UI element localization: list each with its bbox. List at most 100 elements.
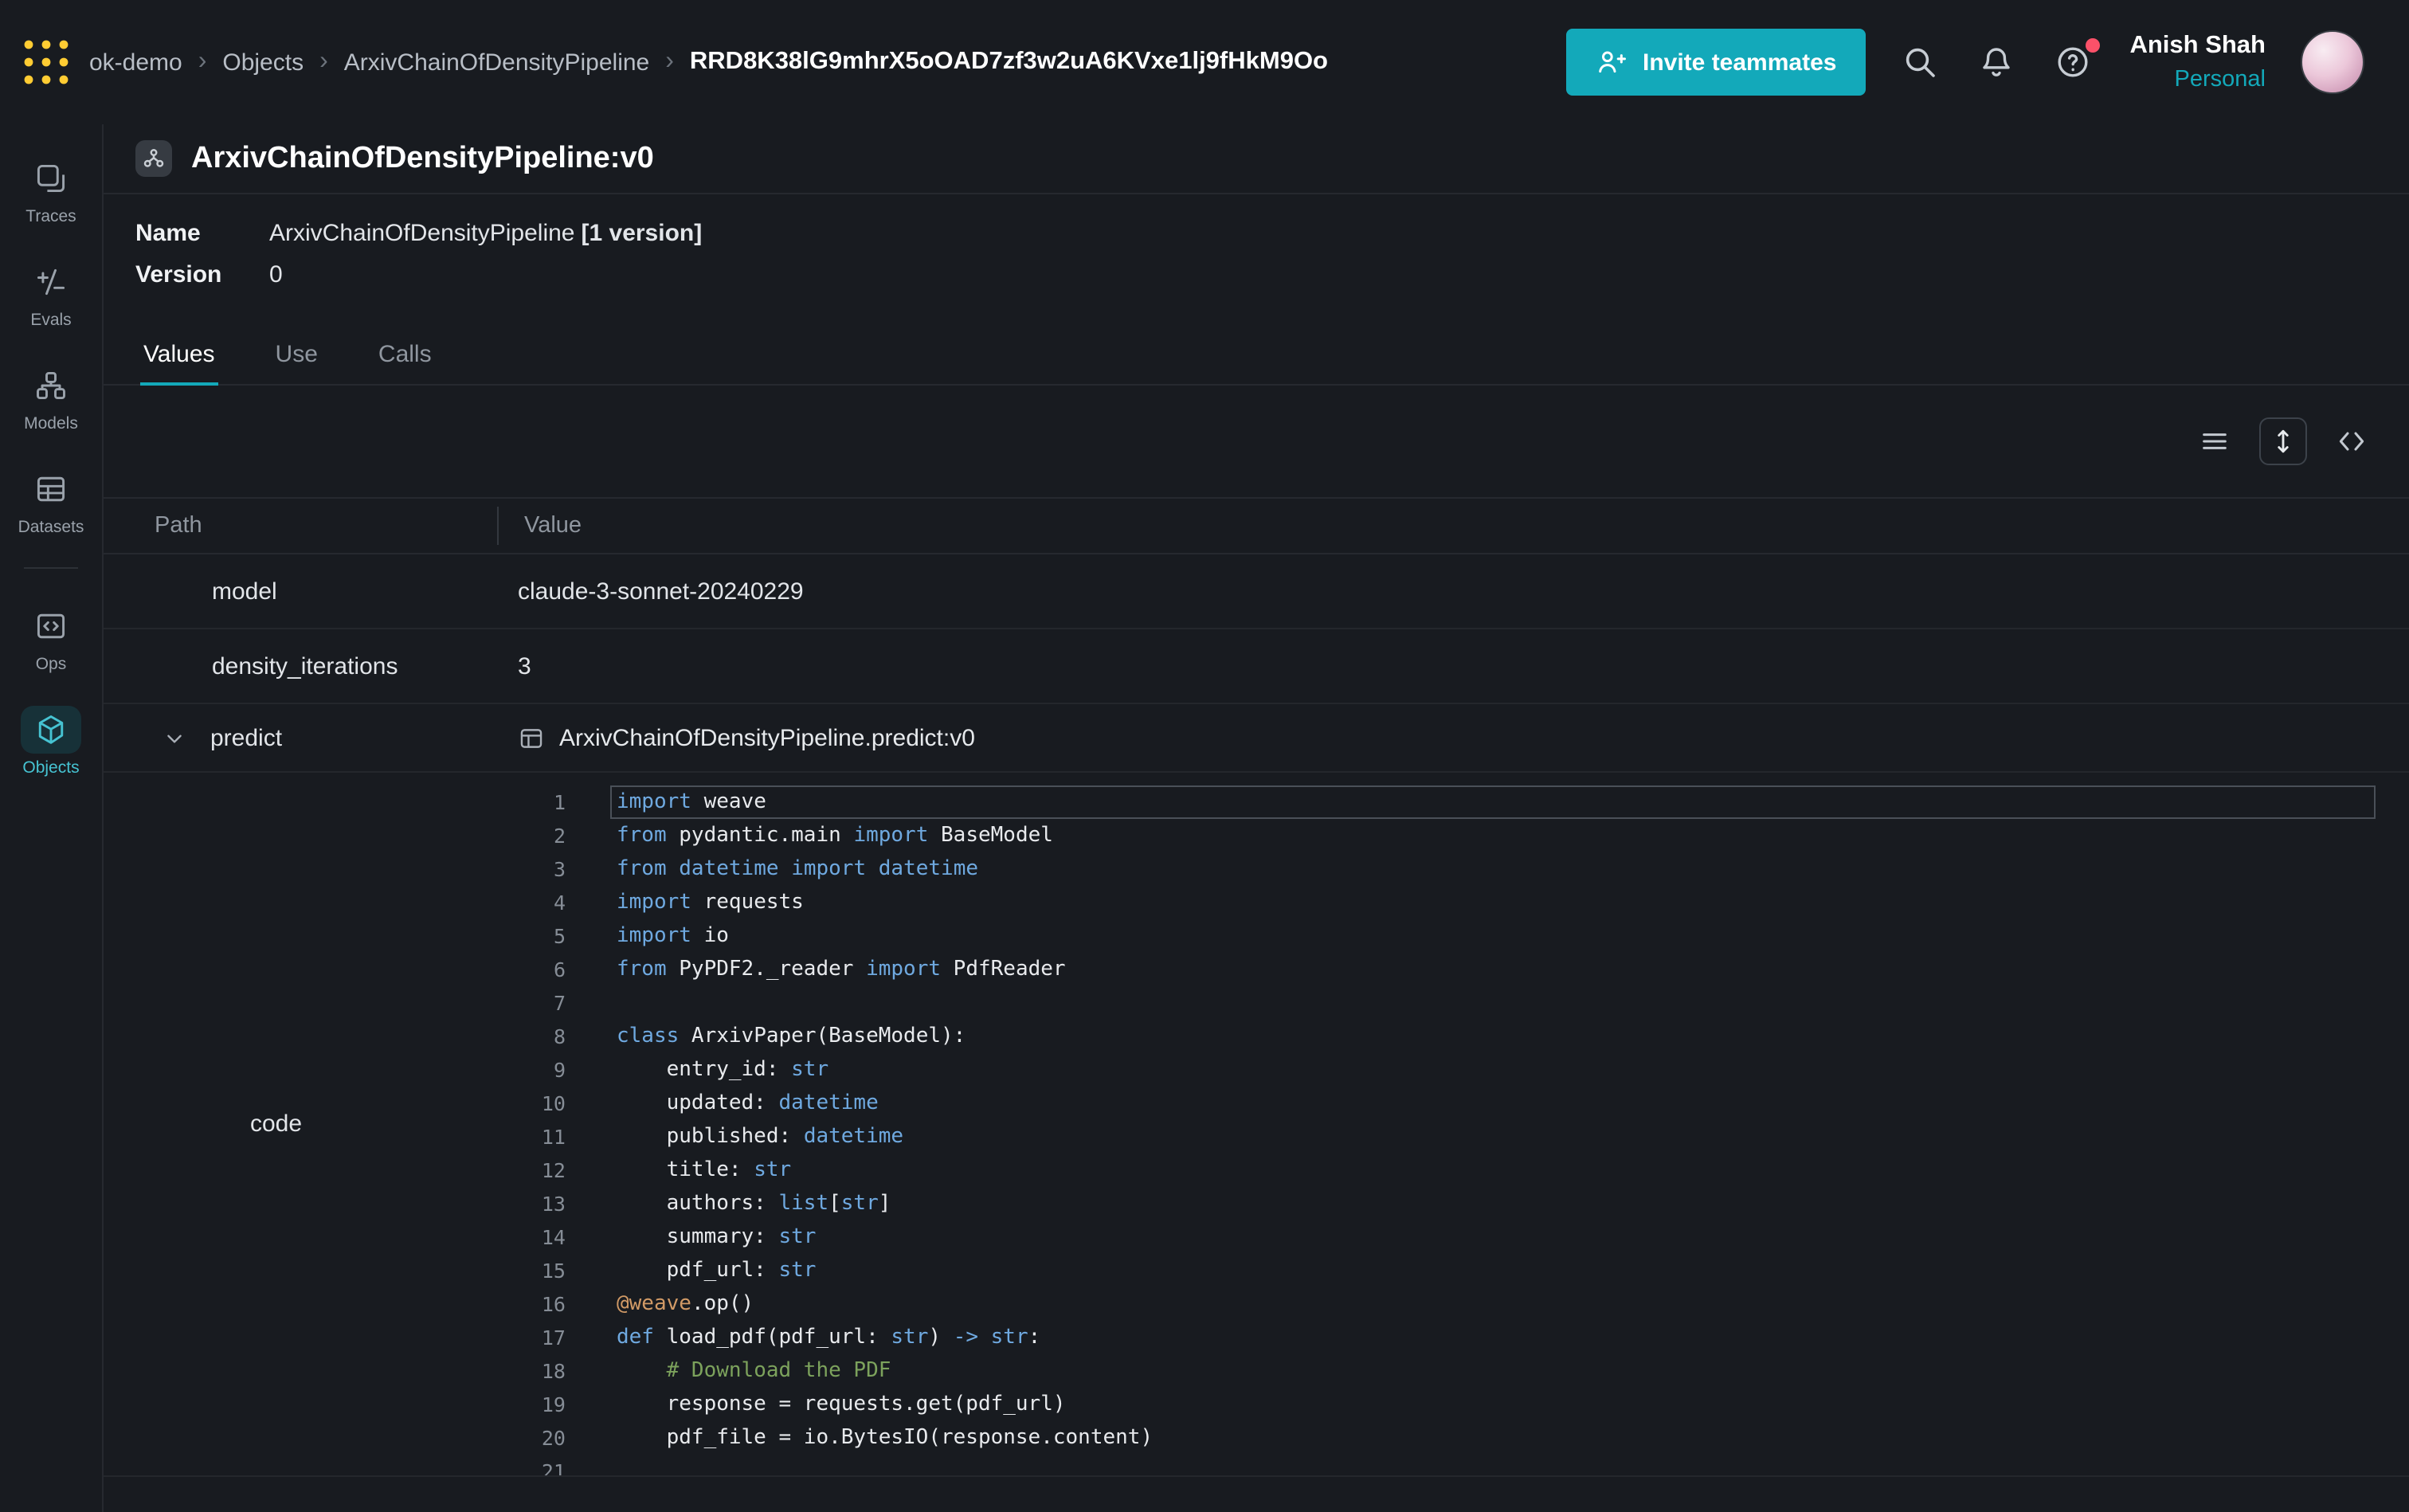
sidebar-item-label: Models [24, 414, 78, 433]
code-line: 8class ArxivPaper(BaseModel): [497, 1020, 2409, 1053]
code-line-text: from datetime import datetime [610, 852, 2376, 886]
column-header-path: Path [104, 513, 497, 539]
code-line-number: 19 [497, 1388, 566, 1421]
code-line: 12 title: str [497, 1154, 2409, 1187]
code-line-text: entry_id: str [610, 1053, 2376, 1087]
breadcrumb-separator: › [665, 48, 674, 76]
sidebar-item-label: Datasets [18, 518, 84, 537]
code-line: 5 import io [497, 919, 2409, 953]
name-label: Name [135, 220, 269, 247]
breadcrumb-project[interactable]: ok-demo [89, 49, 182, 76]
code-line-text: import requests [610, 886, 2376, 919]
tab-use[interactable]: Use [272, 331, 321, 384]
sidebar-item-ops[interactable]: Ops [6, 594, 96, 682]
user-name: Anish Shah [2129, 31, 2266, 62]
code-line: 17def load_pdf(pdf_url: str) -> str: [497, 1321, 2409, 1354]
code-line-number: 4 [497, 886, 566, 919]
object-header: ArxivChainOfDensityPipeline:v0 [104, 124, 2409, 194]
code-line-number: 2 [497, 819, 566, 852]
code-line: 3 from datetime import datetime [497, 852, 2409, 886]
avatar[interactable] [2301, 30, 2364, 94]
code-line-number: 15 [497, 1254, 566, 1287]
code-line-number: 18 [497, 1354, 566, 1388]
app-root: ok-demo › Objects › ArxivChainOfDensityP… [0, 0, 2409, 1512]
datasets-icon [21, 465, 81, 513]
code-line: 13 authors: list[str] [497, 1187, 2409, 1220]
code-line-text: title: str [610, 1154, 2376, 1187]
code-line-text: @weave.op() [610, 1287, 2376, 1321]
code-line-text: published: datetime [610, 1120, 2376, 1154]
path-cell: code [104, 1110, 497, 1138]
code-line-text: def load_pdf(pdf_url: str) -> str: [610, 1321, 2376, 1354]
bell-icon [1976, 43, 2015, 81]
code-line: 19 response = requests.get(pdf_url) [497, 1388, 2409, 1421]
code-line-number: 11 [497, 1120, 566, 1154]
code-line: 14 summary: str [497, 1220, 2409, 1254]
tab-bar: Values Use Calls [104, 331, 2409, 386]
sidebar-item-datasets[interactable]: Datasets [6, 457, 96, 545]
values-toolbar [104, 386, 2409, 499]
code-line: 7 [497, 986, 2409, 1020]
sidebar: Traces Evals [0, 124, 104, 1512]
code-line-text: authors: list[str] [610, 1187, 2376, 1220]
code-line-text: updated: datetime [610, 1087, 2376, 1120]
sidebar-item-evals[interactable]: Evals [6, 250, 96, 338]
code-line-number: 21 [497, 1455, 566, 1475]
object-type-icon [135, 140, 172, 177]
path-cell: density_iterations [104, 652, 497, 680]
sidebar-item-models[interactable]: Models [6, 354, 96, 441]
topbar: ok-demo › Objects › ArxivChainOfDensityP… [0, 0, 2409, 124]
notification-dot [2085, 38, 2099, 53]
user-menu[interactable]: Anish Shah Personal [2129, 31, 2266, 94]
code-line-text [610, 1455, 2376, 1475]
code-line-number: 7 [497, 986, 566, 1020]
wandb-logo-icon[interactable] [19, 35, 73, 89]
breadcrumb-object-version-id[interactable]: RRD8K38lG9mhrX5oOAD7zf3w2uA6KVxe1lj9fHkM… [690, 48, 1328, 76]
code-line-number: 12 [497, 1154, 566, 1187]
code-line-number: 5 [497, 919, 566, 953]
breadcrumb-objects[interactable]: Objects [222, 49, 304, 76]
code-line-text: from pydantic.main import BaseModel [610, 819, 2376, 852]
objects-icon [21, 706, 81, 754]
help-button[interactable] [2053, 41, 2094, 83]
code-line: 2 from pydantic.main import BaseModel [497, 819, 2409, 852]
main-content: ArxivChainOfDensityPipeline:v0 Name Arxi… [104, 124, 2409, 1512]
code-line-text: import io [610, 919, 2376, 953]
breadcrumb-separator: › [198, 48, 207, 76]
invite-teammates-button[interactable]: Invite teammates [1566, 29, 1865, 96]
code-line-number: 10 [497, 1087, 566, 1120]
hamburger-icon [2199, 425, 2231, 457]
op-link[interactable]: ArxivChainOfDensityPipeline.predict:v0 [559, 724, 975, 751]
code-line-number: 13 [497, 1187, 566, 1220]
code-line: 9 entry_id: str [497, 1053, 2409, 1087]
breadcrumb-separator: › [319, 48, 328, 76]
version-count-badge: [1 version] [582, 220, 703, 247]
code-line-number: 1 [497, 785, 566, 819]
sidebar-item-label: Traces [25, 207, 76, 226]
search-button[interactable] [1900, 41, 1941, 83]
code-line: 20 pdf_file = io.BytesIO(response.conten… [497, 1421, 2409, 1455]
values-table: Path Value model claude-3-sonnet-2024022… [104, 499, 2409, 1477]
code-line-number: 3 [497, 852, 566, 886]
code-block[interactable]: 1import weave2from pydantic.main import … [497, 785, 2409, 1475]
sidebar-item-objects[interactable]: Objects [6, 698, 96, 785]
expand-collapse-button[interactable] [2259, 417, 2307, 465]
tab-calls[interactable]: Calls [375, 331, 435, 384]
table-row-model: model claude-3-sonnet-20240229 [104, 554, 2409, 629]
code-brackets-icon [2336, 425, 2368, 457]
code-line: 11 published: datetime [497, 1120, 2409, 1154]
code-view-button[interactable] [2336, 425, 2368, 457]
code-line-text: from PyPDF2._reader import PdfReader [610, 953, 2376, 986]
code-line-text: class ArxivPaper(BaseModel): [610, 1020, 2376, 1053]
notifications-button[interactable] [1976, 41, 2018, 83]
list-view-button[interactable] [2199, 425, 2231, 457]
sidebar-item-traces[interactable]: Traces [6, 147, 96, 234]
code-line-text: response = requests.get(pdf_url) [610, 1388, 2376, 1421]
breadcrumb-object-name[interactable]: ArxivChainOfDensityPipeline [344, 49, 650, 76]
code-line-number: 14 [497, 1220, 566, 1254]
op-ref-icon [518, 724, 545, 751]
code-line: 21 [497, 1455, 2409, 1475]
collapse-chevron-icon[interactable] [164, 727, 185, 748]
tab-values[interactable]: Values [140, 331, 218, 386]
code-line-text: pdf_file = io.BytesIO(response.content) [610, 1421, 2376, 1455]
